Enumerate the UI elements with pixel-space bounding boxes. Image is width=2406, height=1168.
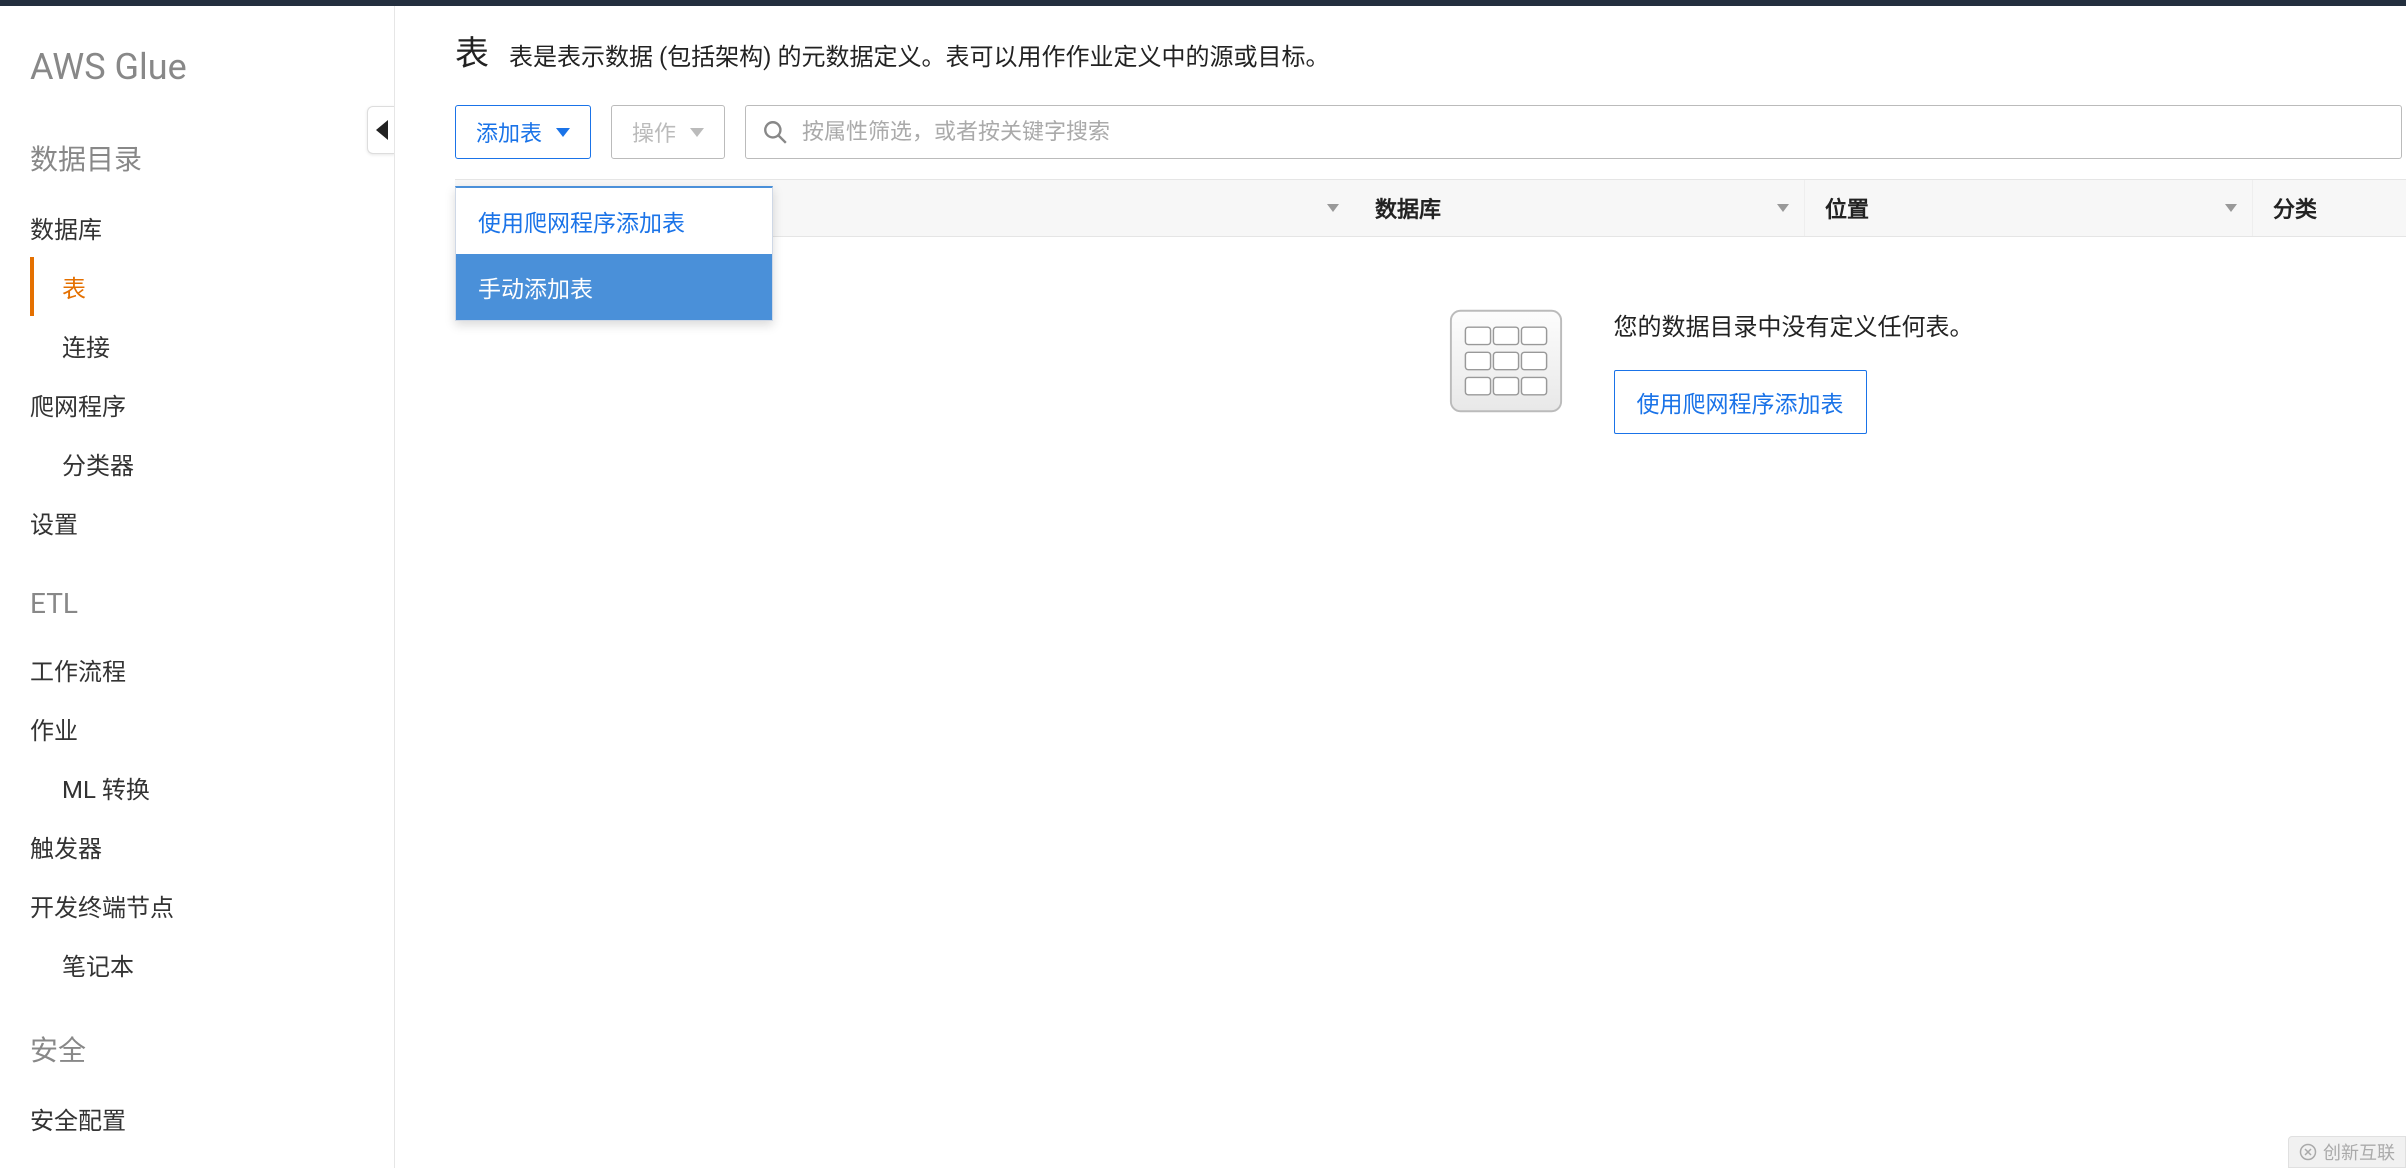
add-table-dropdown: 使用爬网程序添加表 手动添加表 xyxy=(455,186,773,321)
add-table-label: 添加表 xyxy=(476,116,542,148)
collapse-sidebar-button[interactable] xyxy=(367,106,395,154)
watermark: 创新互联 xyxy=(2288,1136,2406,1168)
chevron-down-icon[interactable] xyxy=(1327,204,1339,212)
chevron-down-icon[interactable] xyxy=(2225,204,2237,212)
column-location-label: 位置 xyxy=(1825,192,1869,224)
page-title: 表 xyxy=(455,26,489,75)
nav-item-notebooks[interactable]: 笔记本 xyxy=(30,935,364,994)
column-classification[interactable]: 分类 xyxy=(2253,180,2406,236)
empty-state-message: 您的数据目录中没有定义任何表。 xyxy=(1614,307,1974,342)
add-table-button[interactable]: 添加表 xyxy=(455,105,591,159)
column-database[interactable]: 数据库 xyxy=(1355,180,1805,236)
nav-item-dev-endpoints[interactable]: 开发终端节点 xyxy=(30,876,364,935)
dropdown-item-add-crawler[interactable]: 使用爬网程序添加表 xyxy=(456,188,772,254)
table-grid-icon xyxy=(1448,307,1564,419)
column-database-label: 数据库 xyxy=(1375,192,1441,224)
nav-item-workflows[interactable]: 工作流程 xyxy=(30,640,364,699)
watermark-text: 创新互联 xyxy=(2323,1139,2395,1165)
column-location[interactable]: 位置 xyxy=(1805,180,2253,236)
actions-label: 操作 xyxy=(632,116,676,148)
nav-item-jobs[interactable]: 作业 xyxy=(30,699,364,758)
chevron-down-icon xyxy=(556,128,570,137)
main-content: 表 表是表示数据 (包括架构) 的元数据定义。表可以用作作业定义中的源或目标。 … xyxy=(395,6,2406,1168)
nav-item-classifiers[interactable]: 分类器 xyxy=(30,434,364,493)
search-input[interactable] xyxy=(802,119,2385,145)
nav-item-ml-transforms[interactable]: ML 转换 xyxy=(30,758,364,817)
section-heading-security: 安全 xyxy=(30,1029,364,1069)
chevron-down-icon[interactable] xyxy=(1777,204,1789,212)
nav-item-tables[interactable]: 表 xyxy=(30,257,364,316)
actions-button[interactable]: 操作 xyxy=(611,105,725,159)
column-classification-label: 分类 xyxy=(2273,192,2317,224)
toolbar: 添加表 操作 xyxy=(455,105,2406,159)
service-title: AWS Glue xyxy=(30,46,364,88)
empty-state-cta-button[interactable]: 使用爬网程序添加表 xyxy=(1614,370,1867,434)
nav-item-triggers[interactable]: 触发器 xyxy=(30,817,364,876)
nav-item-crawlers[interactable]: 爬网程序 xyxy=(30,375,364,434)
page-description: 表是表示数据 (包括架构) 的元数据定义。表可以用作作业定义中的源或目标。 xyxy=(509,37,1329,72)
section-heading-catalog: 数据目录 xyxy=(30,138,364,178)
section-heading-etl: ETL xyxy=(30,587,364,620)
chevron-down-icon xyxy=(690,128,704,137)
nav-item-databases[interactable]: 数据库 xyxy=(30,198,364,257)
search-box[interactable] xyxy=(745,105,2402,159)
nav-item-connections[interactable]: 连接 xyxy=(30,316,364,375)
nav-item-settings[interactable]: 设置 xyxy=(30,493,364,552)
search-icon xyxy=(762,119,788,145)
sidebar: AWS Glue 数据目录 数据库 表 连接 爬网程序 分类器 设置 ETL 工… xyxy=(0,6,395,1168)
dropdown-item-add-manual[interactable]: 手动添加表 xyxy=(456,254,772,320)
nav-item-security-config[interactable]: 安全配置 xyxy=(30,1089,364,1148)
